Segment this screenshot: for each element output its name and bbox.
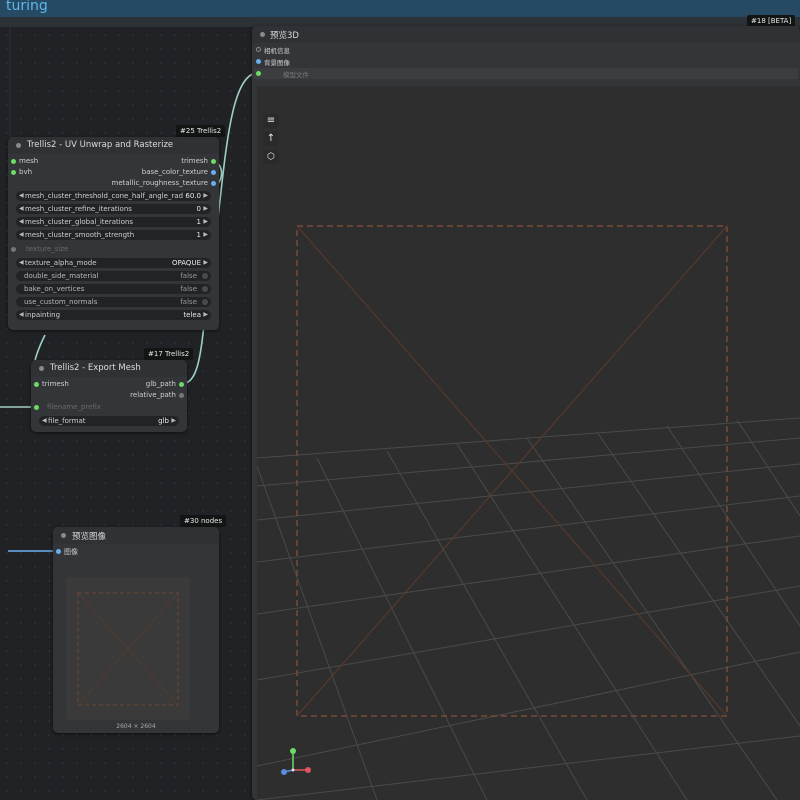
chair-render xyxy=(296,225,728,717)
input-pin-trimesh[interactable] xyxy=(34,382,39,387)
input-label: mesh xyxy=(19,157,39,165)
input-pin[interactable] xyxy=(256,71,261,76)
input-label: bvh xyxy=(19,168,33,176)
increment-arrow-icon[interactable]: ▶ xyxy=(203,218,208,225)
input-label: filename_prefix xyxy=(47,403,102,411)
chair-thumbnail xyxy=(77,592,179,706)
output-pin-glb-path[interactable] xyxy=(179,382,184,387)
combo-widget[interactable]: ◀ texture_alpha_mode OPAQUE ▶ xyxy=(16,258,211,268)
input-pin-bvh[interactable] xyxy=(11,170,16,175)
input-pin-texture-size[interactable] xyxy=(11,247,16,252)
workflow-title: turing xyxy=(6,0,48,14)
output-label: metallic_roughness_texture xyxy=(111,179,209,187)
3d-viewport[interactable]: ≡ ↑ ⬡ xyxy=(257,86,800,800)
combo-widget[interactable]: ◀ file_format glb ▶ xyxy=(39,416,179,426)
preview-image xyxy=(66,577,190,720)
top-bar: turing xyxy=(0,0,800,17)
increment-arrow-icon[interactable]: ▶ xyxy=(203,192,208,199)
number-widget[interactable]: ◀ mesh_cluster_refine_iterations 0 ▶ xyxy=(16,204,211,214)
number-widget[interactable]: ◀ mesh_cluster_global_iterations 1 ▶ xyxy=(16,217,211,227)
number-widget[interactable]: ◀ mesh_cluster_threshold_cone_half_angle… xyxy=(16,191,211,201)
output-label: relative_path xyxy=(130,391,176,399)
toggle-widget[interactable]: bake_on_vertices false xyxy=(16,284,211,294)
output-pin-trimesh[interactable] xyxy=(211,159,216,164)
node-header[interactable]: Trellis2 - UV Unwrap and Rasterize xyxy=(8,137,219,154)
model-file-row[interactable] xyxy=(254,68,798,79)
next-arrow-icon[interactable]: ▶ xyxy=(171,417,176,424)
collapse-dot-icon[interactable] xyxy=(61,533,66,538)
output-label: base_color_texture xyxy=(141,168,208,176)
node-header[interactable]: 预览3D xyxy=(252,26,800,43)
number-widget[interactable]: ◀ mesh_cluster_smooth_strength 1 ▶ xyxy=(16,230,211,240)
input-label: 图像 xyxy=(64,548,78,556)
image-dimensions: 2604 × 2604 xyxy=(116,723,156,730)
decrement-arrow-icon[interactable]: ◀ xyxy=(19,192,24,199)
collapse-dot-icon[interactable] xyxy=(16,143,21,148)
input-pin-image[interactable] xyxy=(56,549,61,554)
increment-arrow-icon[interactable]: ▶ xyxy=(203,205,208,212)
prev-arrow-icon[interactable]: ◀ xyxy=(19,259,24,266)
input-pin-mesh[interactable] xyxy=(11,159,16,164)
collapse-dot-icon[interactable] xyxy=(39,366,44,371)
arrow-up-icon[interactable]: ↑ xyxy=(263,132,279,146)
axis-gizmo-icon xyxy=(281,748,311,775)
toggle-widget[interactable]: double_side_material false xyxy=(16,271,211,281)
decrement-arrow-icon[interactable]: ◀ xyxy=(19,218,24,225)
node-title: Trellis2 - UV Unwrap and Rasterize xyxy=(27,140,174,150)
node-title: 预览3D xyxy=(270,31,299,41)
decrement-arrow-icon[interactable]: ◀ xyxy=(19,231,24,238)
next-arrow-icon[interactable]: ▶ xyxy=(203,311,208,318)
output-label: glb_path xyxy=(145,380,176,388)
input-label: trimesh xyxy=(42,380,69,388)
prev-arrow-icon[interactable]: ◀ xyxy=(42,417,47,424)
menu-icon[interactable]: ≡ xyxy=(263,114,279,128)
input-label: 相机信息 xyxy=(264,47,290,55)
output-pin-metallic[interactable] xyxy=(211,181,216,186)
input-pin[interactable] xyxy=(256,59,261,64)
cube-icon[interactable]: ⬡ xyxy=(263,150,279,164)
node-badge: #17 Trellis2 xyxy=(144,348,194,360)
increment-arrow-icon[interactable]: ▶ xyxy=(203,231,208,238)
output-pin-relative-path[interactable] xyxy=(179,393,184,398)
toggle-knob[interactable] xyxy=(202,273,208,279)
output-label: trimesh xyxy=(181,157,208,165)
collapse-dot-icon[interactable] xyxy=(260,32,265,37)
output-pin-base-color[interactable] xyxy=(211,170,216,175)
prev-arrow-icon[interactable]: ◀ xyxy=(19,311,24,318)
input-label: texture_size xyxy=(26,245,69,253)
node-badge: #25 Trellis2 xyxy=(176,125,226,137)
toggle-knob[interactable] xyxy=(202,286,208,292)
combo-widget[interactable]: ◀ inpainting telea ▶ xyxy=(16,310,211,320)
decrement-arrow-icon[interactable]: ◀ xyxy=(19,205,24,212)
input-label: 模型文件 xyxy=(283,71,309,79)
input-label: 背景图像 xyxy=(264,59,290,67)
node-title: Trellis2 - Export Mesh xyxy=(50,363,141,373)
uv-unwrap-node[interactable]: Trellis2 - UV Unwrap and Rasterize mesh … xyxy=(8,137,219,330)
input-pin-filename-prefix[interactable] xyxy=(34,405,39,410)
toggle-knob[interactable] xyxy=(202,299,208,305)
node-header[interactable]: 预览图像 xyxy=(53,527,219,544)
input-pin[interactable] xyxy=(256,47,261,52)
node-badge: #30 nodes xyxy=(180,515,227,527)
export-mesh-node[interactable]: Trellis2 - Export Mesh trimesh glb_path … xyxy=(31,360,187,432)
next-arrow-icon[interactable]: ▶ xyxy=(203,259,208,266)
node-title: 预览图像 xyxy=(72,532,107,542)
node-header[interactable]: Trellis2 - Export Mesh xyxy=(31,360,187,377)
toggle-widget[interactable]: use_custom_normals false xyxy=(16,297,211,307)
